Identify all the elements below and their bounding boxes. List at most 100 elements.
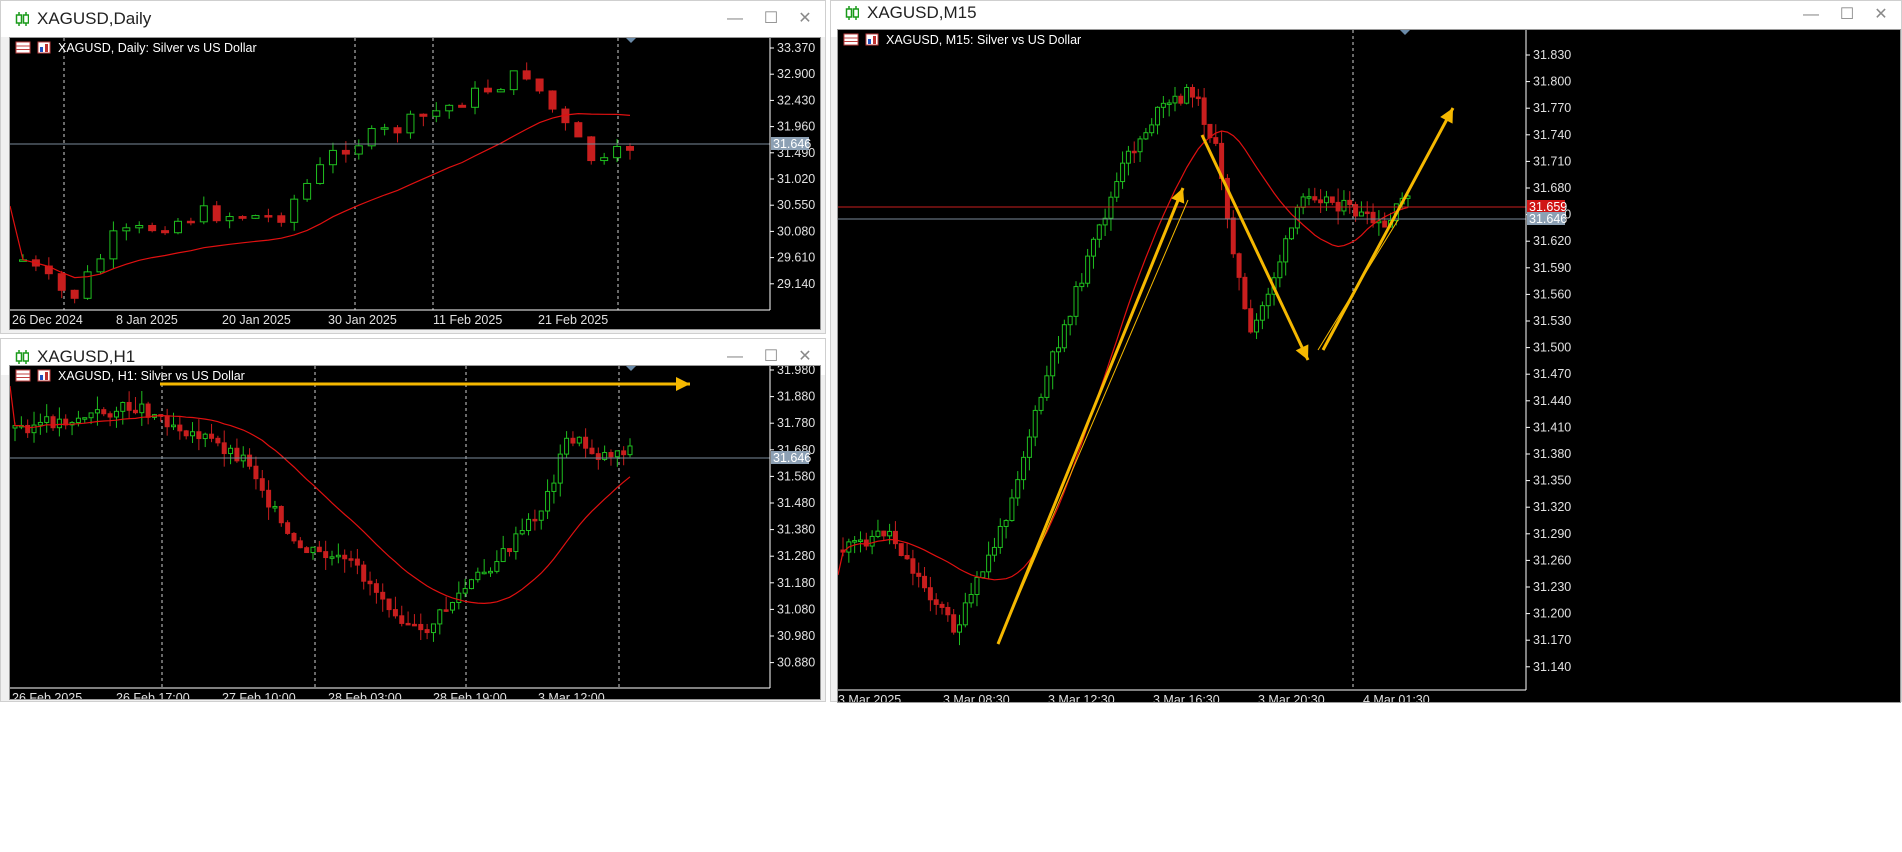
candle-body xyxy=(109,230,118,260)
chart-area-m15[interactable]: 31.830 31.800 31.770 31.740 31.710 31.680 31.6… xyxy=(837,29,1901,703)
depth-icon[interactable] xyxy=(865,33,879,46)
candle-body xyxy=(405,622,411,626)
maximize-button[interactable]: ☐ xyxy=(1829,1,1865,29)
candle-body xyxy=(496,89,505,93)
candle-body xyxy=(613,146,622,159)
time-tick-label: 8 Jan 2025 xyxy=(116,313,178,327)
candle-body xyxy=(1265,293,1271,307)
candle-body xyxy=(310,546,316,554)
candle-body xyxy=(367,128,376,147)
candle-body xyxy=(1172,95,1178,104)
shift-marker-icon[interactable] xyxy=(1400,30,1410,35)
candle-body xyxy=(535,78,544,92)
candle-body xyxy=(57,273,66,291)
candle-body xyxy=(1195,96,1201,100)
time-tick-label: 21 Feb 2025 xyxy=(538,313,608,327)
candle-body xyxy=(173,220,182,234)
shift-marker-icon[interactable] xyxy=(626,38,636,43)
candlestick-icon xyxy=(15,12,29,26)
candle-body xyxy=(380,127,389,130)
candle-body xyxy=(212,205,221,222)
candle-body xyxy=(551,482,557,492)
candle-body xyxy=(31,424,37,434)
price-tick-label: 31.180 xyxy=(777,576,815,590)
price-tick-label: 31.770 xyxy=(1533,101,1571,115)
candle-body xyxy=(251,215,260,219)
candle-body xyxy=(342,554,348,560)
candle-body xyxy=(869,535,875,547)
candle-body xyxy=(234,447,240,462)
candle-body xyxy=(1353,204,1359,217)
candle-body xyxy=(373,583,379,593)
time-tick-label: 3 Mar 20:30 xyxy=(1258,693,1325,702)
candle-body xyxy=(481,571,487,575)
depth-icon[interactable] xyxy=(37,369,51,382)
candle-body xyxy=(430,623,436,634)
candle-body xyxy=(513,533,519,553)
candle-body xyxy=(1114,181,1120,198)
time-tick-label: 3 Mar 08:30 xyxy=(943,693,1010,702)
candle-body xyxy=(380,591,386,600)
candle-body xyxy=(933,599,939,605)
candle-body xyxy=(88,412,94,419)
candle-body xyxy=(600,157,609,162)
candle-body xyxy=(1248,308,1254,333)
candle-body xyxy=(863,539,869,547)
candle-body xyxy=(1073,286,1079,317)
trend-arrow xyxy=(1317,219,1399,351)
price-tick-label: 32.430 xyxy=(777,93,815,107)
candle-body xyxy=(468,579,474,590)
candle-body xyxy=(221,442,227,455)
chart-area-h1[interactable]: 31.980 31.880 31.780 31.680 31.580 31.480 31.3… xyxy=(9,365,821,700)
candle-body xyxy=(120,401,126,412)
candle-body xyxy=(1306,196,1312,199)
price-tick-label: 31.350 xyxy=(1533,474,1571,488)
candle-body xyxy=(519,530,525,535)
minimize-button[interactable]: — xyxy=(1793,1,1829,29)
candle-body xyxy=(583,436,589,449)
candle-body xyxy=(1061,324,1067,349)
grid-icon[interactable] xyxy=(15,41,31,54)
close-button[interactable]: ✕ xyxy=(787,5,823,33)
candle-body xyxy=(927,587,933,601)
candle-body xyxy=(1108,196,1114,219)
candle-body xyxy=(962,602,968,626)
candle-body xyxy=(916,572,922,577)
window-m15[interactable]: XAGUSD,M15 — ☐ ✕ 31.830 31.800 31.770 31.74… xyxy=(830,0,1902,703)
candle-body xyxy=(37,421,43,426)
price-tag-label: 31.646 xyxy=(1529,212,1567,226)
candle-body xyxy=(545,490,551,512)
grid-icon[interactable] xyxy=(843,33,859,46)
price-tick-label: 33.370 xyxy=(777,41,815,55)
candle-body xyxy=(411,623,417,627)
candle-body xyxy=(1277,261,1283,279)
price-tick-label: 31.680 xyxy=(1533,181,1571,195)
minimize-button[interactable]: — xyxy=(717,5,753,33)
chart-area-daily[interactable]: 33.370 32.900 32.430 31.960 31.490 31.020 30.5… xyxy=(9,37,821,330)
candle-body xyxy=(113,410,119,418)
grid-icon[interactable] xyxy=(15,369,31,382)
close-button[interactable]: ✕ xyxy=(1863,1,1899,29)
maximize-button[interactable]: ☐ xyxy=(753,5,789,33)
candle-body xyxy=(475,571,481,581)
daily-svg: 33.37032.90032.43031.96031.49031.02030.5… xyxy=(10,38,815,327)
depth-icon[interactable] xyxy=(37,41,51,54)
candle-body xyxy=(626,146,634,151)
candle-body xyxy=(951,614,957,633)
candle-body xyxy=(1160,102,1166,108)
window-daily-titlebar[interactable]: XAGUSD,Daily — ☐ ✕ xyxy=(1,1,825,37)
window-daily[interactable]: XAGUSD,Daily — ☐ ✕ 33.370 32.900 32.430 31.… xyxy=(0,0,826,334)
candle-body xyxy=(892,530,898,545)
candle-body xyxy=(1096,224,1102,240)
window-title: XAGUSD,H1 xyxy=(37,347,136,366)
candle-body xyxy=(1189,86,1195,98)
shift-marker-icon[interactable] xyxy=(626,366,636,371)
candle-body xyxy=(238,216,247,219)
candle-body xyxy=(443,609,449,612)
time-tick-label: 28 Feb 19:00 xyxy=(433,691,507,699)
candle-body xyxy=(148,224,157,232)
h1-svg: 31.98031.88031.78031.68031.58031.48031.3… xyxy=(10,366,815,699)
window-h1[interactable]: XAGUSD,H1 — ☐ ✕ 31.980 31.880 31.780 31.680… xyxy=(0,338,826,702)
price-tick-label: 31.280 xyxy=(777,549,815,563)
candle-body xyxy=(1289,227,1295,240)
